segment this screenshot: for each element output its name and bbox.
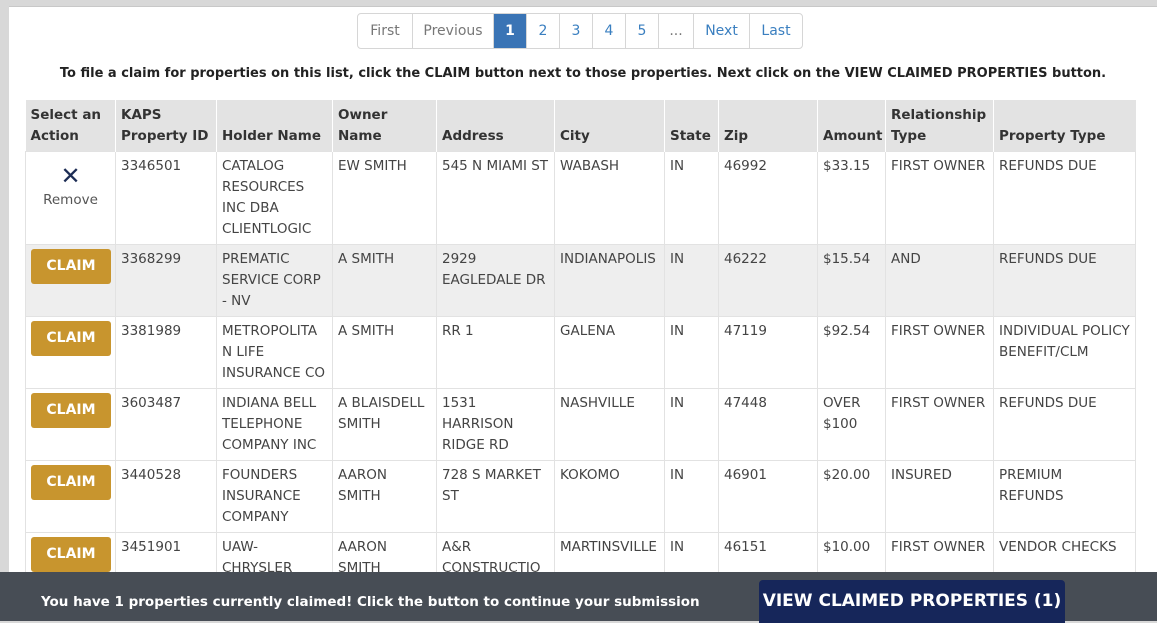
cell-city: NASHVILLE — [554, 388, 665, 461]
cell-zip: 47119 — [718, 316, 818, 389]
cell-relationship-type: INSURED — [885, 460, 994, 533]
pagination-ellipsis: ... — [658, 14, 693, 48]
cell-zip: 46992 — [718, 151, 818, 245]
cell-owner-name: AARON SMITH — [332, 460, 437, 533]
cell-kaps-id: 3603487 — [115, 388, 217, 461]
cell-zip: 46901 — [718, 460, 818, 533]
view-claimed-properties-button[interactable]: VIEW CLAIMED PROPERTIES (1) — [759, 580, 1065, 623]
cell-amount: $15.54 — [817, 244, 886, 317]
cell-owner-name: A SMITH — [332, 244, 437, 317]
cell-amount: $33.15 — [817, 151, 886, 245]
properties-table: Select an Action KAPS Property ID Holder… — [25, 100, 1136, 605]
cell-property-type: REFUNDS DUE — [993, 151, 1136, 245]
cell-address: RR 1 — [436, 316, 555, 389]
cell-city: GALENA — [554, 316, 665, 389]
cell-address: 728 S MARKET ST — [436, 460, 555, 533]
pagination-page-2[interactable]: 2 — [526, 14, 559, 48]
table-header-row: Select an Action KAPS Property ID Holder… — [25, 100, 1136, 152]
table-row: CLAIM 3440528 FOUNDERS INSURANCE COMPANY… — [25, 460, 1136, 533]
claim-instruction: To file a claim for properties on this l… — [59, 66, 1107, 81]
claim-button[interactable]: CLAIM — [31, 465, 111, 500]
claimed-footer-bar: You have 1 properties currently claimed!… — [0, 572, 1157, 623]
cell-city: WABASH — [554, 151, 665, 245]
cell-holder-name: INDIANA BELL TELEPHONE COMPANY INC — [216, 388, 333, 461]
cell-state: IN — [664, 388, 719, 461]
cell-kaps-id: 3381989 — [115, 316, 217, 389]
cell-holder-name: PREMATIC SERVICE CORP - NV — [216, 244, 333, 317]
cell-holder-name: METROPOLITAN LIFE INSURANCE CO — [216, 316, 333, 389]
cell-state: IN — [664, 244, 719, 317]
claim-button[interactable]: CLAIM — [31, 249, 111, 284]
pagination-first[interactable]: First — [358, 14, 412, 48]
pagination-page-5[interactable]: 5 — [625, 14, 658, 48]
pagination-previous[interactable]: Previous — [412, 14, 493, 48]
remove-label[interactable]: Remove — [31, 190, 110, 211]
header-city: City — [554, 100, 665, 152]
claim-button[interactable]: CLAIM — [31, 393, 111, 428]
cell-city: KOKOMO — [554, 460, 665, 533]
header-address: Address — [436, 100, 555, 152]
cell-property-type: REFUNDS DUE — [993, 388, 1136, 461]
cell-owner-name: A BLAISDELL SMITH — [332, 388, 437, 461]
action-cell: CLAIM — [25, 388, 116, 461]
cell-kaps-id: 3368299 — [115, 244, 217, 317]
header-relationship-type: Relationship Type — [885, 100, 994, 152]
cell-kaps-id: 3440528 — [115, 460, 217, 533]
cell-state: IN — [664, 316, 719, 389]
top-divider — [9, 6, 1157, 7]
pagination-page-4[interactable]: 4 — [592, 14, 625, 48]
cell-state: IN — [664, 151, 719, 245]
header-holder-name: Holder Name — [216, 100, 333, 152]
pagination-next[interactable]: Next — [693, 14, 749, 48]
table-row: CLAIM 3368299 PREMATIC SERVICE CORP - NV… — [25, 244, 1136, 317]
cell-property-type: INDIVIDUAL POLICY BENEFIT/CLM — [993, 316, 1136, 389]
claimed-count-message: You have 1 properties currently claimed!… — [41, 594, 700, 610]
pagination: First Previous 1 2 3 4 5 ... Next Last — [357, 13, 803, 49]
header-property-type: Property Type — [993, 100, 1136, 152]
cell-property-type: PREMIUM REFUNDS — [993, 460, 1136, 533]
claim-button[interactable]: CLAIM — [31, 321, 111, 356]
header-state: State — [664, 100, 719, 152]
cell-owner-name: EW SMITH — [332, 151, 437, 245]
cell-city: INDIANAPOLIS — [554, 244, 665, 317]
header-kaps-id: KAPS Property ID — [115, 100, 217, 152]
cell-amount: OVER $100 — [817, 388, 886, 461]
action-cell: CLAIM — [25, 316, 116, 389]
table-row: CLAIM 3603487 INDIANA BELL TELEPHONE COM… — [25, 388, 1136, 461]
cell-zip: 46222 — [718, 244, 818, 317]
cell-address: 2929 EAGLEDALE DR — [436, 244, 555, 317]
claim-button[interactable]: CLAIM — [31, 537, 111, 572]
remove-action[interactable]: ✕ Remove — [25, 151, 116, 245]
cell-relationship-type: FIRST OWNER — [885, 151, 994, 245]
cell-owner-name: A SMITH — [332, 316, 437, 389]
cell-kaps-id: 3346501 — [115, 151, 217, 245]
cell-property-type: REFUNDS DUE — [993, 244, 1136, 317]
header-amount: Amount — [817, 100, 886, 152]
cell-zip: 47448 — [718, 388, 818, 461]
cell-amount: $92.54 — [817, 316, 886, 389]
table-row: CLAIM 3381989 METROPOLITAN LIFE INSURANC… — [25, 316, 1136, 389]
table-row: ✕ Remove 3346501 CATALOG RESOURCES INC D… — [25, 151, 1136, 245]
cell-relationship-type: FIRST OWNER — [885, 388, 994, 461]
pagination-last[interactable]: Last — [749, 14, 802, 48]
cell-relationship-type: FIRST OWNER — [885, 316, 994, 389]
pagination-page-1[interactable]: 1 — [493, 14, 526, 48]
action-cell: CLAIM — [25, 244, 116, 317]
action-cell: CLAIM — [25, 460, 116, 533]
close-icon[interactable]: ✕ — [31, 164, 110, 188]
cell-address: 545 N MIAMI ST — [436, 151, 555, 245]
header-action: Select an Action — [25, 100, 116, 152]
pagination-page-3[interactable]: 3 — [559, 14, 592, 48]
page: First Previous 1 2 3 4 5 ... Next Last T… — [9, 6, 1157, 621]
cell-state: IN — [664, 460, 719, 533]
header-zip: Zip — [718, 100, 818, 152]
cell-relationship-type: AND — [885, 244, 994, 317]
cell-address: 1531 HARRISON RIDGE RD — [436, 388, 555, 461]
cell-holder-name: CATALOG RESOURCES INC DBA CLIENTLOGIC — [216, 151, 333, 245]
header-owner-name: Owner Name — [332, 100, 437, 152]
cell-holder-name: FOUNDERS INSURANCE COMPANY — [216, 460, 333, 533]
cell-amount: $20.00 — [817, 460, 886, 533]
